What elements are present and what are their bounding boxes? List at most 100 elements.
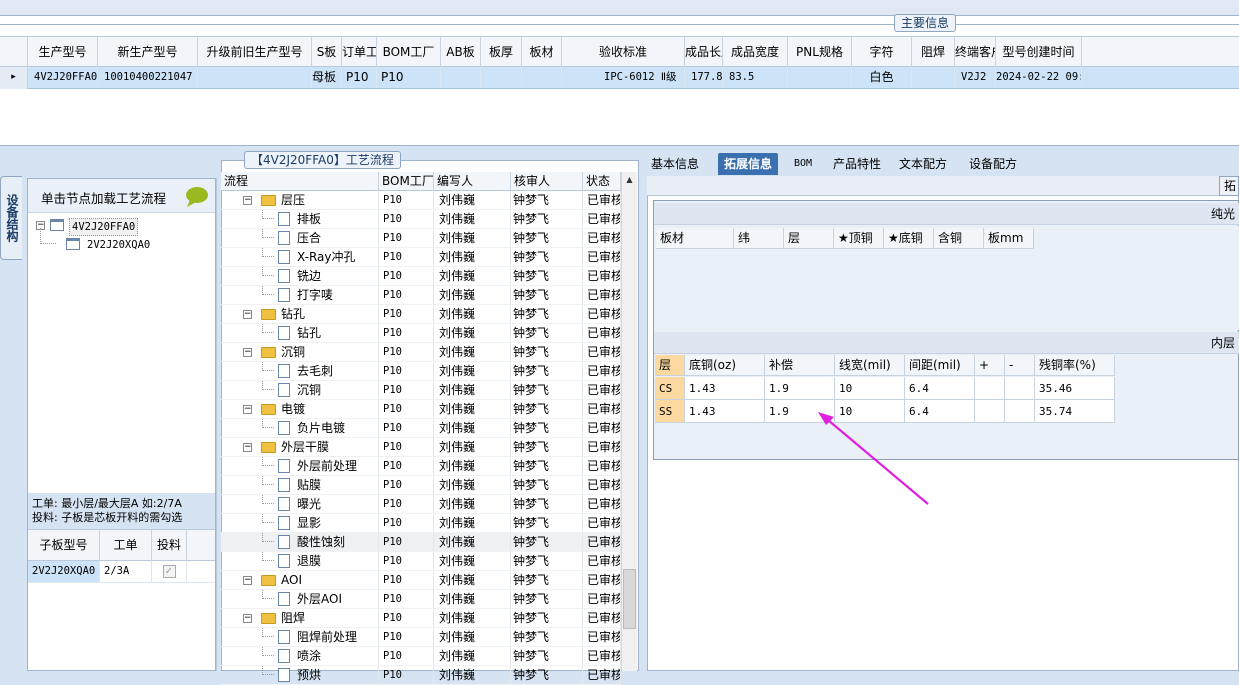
tab-text-recipe[interactable]: 文本配方 <box>893 153 953 175</box>
main-col-header[interactable]: 型号创建时间 <box>996 37 1082 67</box>
inner-layer-col-header[interactable]: 补偿 <box>765 355 835 376</box>
main-col-header[interactable]: S板 <box>312 37 342 67</box>
main-cell[interactable]: V2J2 <box>955 67 996 88</box>
process-name-cell[interactable]: 排板 <box>221 210 379 228</box>
process-name-cell[interactable]: 喷涂 <box>221 647 379 665</box>
subgrid-cell[interactable]: 2/3A <box>100 561 152 582</box>
process-name-cell[interactable]: 显影 <box>221 514 379 532</box>
side-tab-equipment-structure[interactable]: 设备结构 <box>0 176 22 260</box>
inner-layer-col-header[interactable]: 残铜率(%) <box>1035 355 1115 376</box>
tab-equipment-recipe[interactable]: 设备配方 <box>963 153 1023 175</box>
material-col-header[interactable]: ★顶铜 <box>834 228 884 249</box>
process-name-cell[interactable]: 外层AOI <box>221 590 379 608</box>
process-row[interactable]: 酸性蚀刻 P10 刘伟巍 钟梦飞 已审核 <box>221 533 621 552</box>
process-row[interactable]: 退膜 P10 刘伟巍 钟梦飞 已审核 <box>221 552 621 571</box>
inner-layer-cell[interactable]: 35.46 <box>1035 377 1115 400</box>
tab-product-feature[interactable]: 产品特性 <box>827 153 887 175</box>
inner-layer-col-header[interactable]: + <box>975 355 1005 376</box>
inner-layer-cell[interactable]: 10 <box>835 377 905 400</box>
process-name-cell[interactable]: − 层压 <box>221 191 379 209</box>
process-name-cell[interactable]: − AOI <box>221 571 379 589</box>
process-name-cell[interactable]: 酸性蚀刻 <box>221 533 379 551</box>
load-process-hint-button[interactable]: 单击节点加载工艺流程 <box>28 179 215 213</box>
process-row[interactable]: X-Ray冲孔 P10 刘伟巍 钟梦飞 已审核 <box>221 248 621 267</box>
tree-node-label[interactable]: 2V2J20XQA0 <box>85 237 152 253</box>
process-col-header[interactable]: 状态 <box>583 172 621 190</box>
process-row[interactable]: 预烘 P10 刘伟巍 钟梦飞 已审核 <box>221 666 621 685</box>
process-row[interactable]: 显影 P10 刘伟巍 钟梦飞 已审核 <box>221 514 621 533</box>
process-name-cell[interactable]: 负片电镀 <box>221 419 379 437</box>
process-row[interactable]: − AOI P10 刘伟巍 钟梦飞 已审核 <box>221 571 621 590</box>
main-col-header[interactable]: 终端客户代码 <box>955 37 996 67</box>
scroll-up-icon[interactable]: ▲ <box>622 172 637 188</box>
main-cell[interactable]: 83.5 <box>723 67 788 88</box>
inner-layer-cell[interactable] <box>1005 377 1035 400</box>
process-row[interactable]: 喷涂 P10 刘伟巍 钟梦飞 已审核 <box>221 647 621 666</box>
process-row[interactable]: − 电镀 P10 刘伟巍 钟梦飞 已审核 <box>221 400 621 419</box>
main-cell[interactable]: 白色 <box>852 67 912 88</box>
tab-basic[interactable]: 基本信息 <box>645 153 705 175</box>
tree-collapse-icon[interactable]: − <box>243 405 252 414</box>
row-indicator[interactable]: ▸ <box>0 67 28 89</box>
process-name-cell[interactable]: 阻焊前处理 <box>221 628 379 646</box>
main-col-header[interactable]: 板材 <box>522 37 562 67</box>
main-cell[interactable] <box>522 67 562 88</box>
process-row[interactable]: 曝光 P10 刘伟巍 钟梦飞 已审核 <box>221 495 621 514</box>
process-name-cell[interactable]: 贴膜 <box>221 476 379 494</box>
process-row[interactable]: 压合 P10 刘伟巍 钟梦飞 已审核 <box>221 229 621 248</box>
main-cell[interactable] <box>481 67 522 88</box>
main-col-header[interactable]: 验收标准 <box>562 37 685 67</box>
process-name-cell[interactable]: − 外层干膜 <box>221 438 379 456</box>
material-col-header[interactable]: ★底铜 <box>884 228 934 249</box>
tree-node-label[interactable]: 4V2J20FFA0 <box>69 218 139 236</box>
process-name-cell[interactable]: 外层前处理 <box>221 457 379 475</box>
inner-layer-cell[interactable]: SS <box>655 400 685 423</box>
process-row[interactable]: 沉铜 P10 刘伟巍 钟梦飞 已审核 <box>221 381 621 400</box>
main-cell[interactable]: P10 <box>377 67 441 88</box>
main-col-header[interactable]: BOM工厂 <box>377 37 441 67</box>
tree-collapse-icon[interactable]: − <box>243 310 252 319</box>
inner-layer-cell[interactable]: 1.43 <box>685 377 765 400</box>
inner-layer-cell[interactable]: 1.43 <box>685 400 765 423</box>
process-name-cell[interactable]: 压合 <box>221 229 379 247</box>
process-row[interactable]: − 钻孔 P10 刘伟巍 钟梦飞 已审核 <box>221 305 621 324</box>
process-name-cell[interactable]: X-Ray冲孔 <box>221 248 379 266</box>
main-cell[interactable]: P10 <box>342 67 377 88</box>
main-cell[interactable]: IPC-6012 Ⅱ级 <box>562 67 685 88</box>
tree-collapse-icon[interactable]: − <box>243 196 252 205</box>
main-cell[interactable] <box>912 67 955 88</box>
main-col-header[interactable]: 新生产型号 <box>98 37 198 67</box>
process-name-cell[interactable]: 去毛刺 <box>221 362 379 380</box>
subgrid-col-header[interactable]: 子板型号 <box>28 530 100 561</box>
main-col-header[interactable]: PNL规格 <box>788 37 852 67</box>
process-name-cell[interactable]: 钻孔 <box>221 324 379 342</box>
include-checkbox[interactable]: ✓ <box>152 561 187 582</box>
material-col-header[interactable]: 板材 <box>656 228 734 249</box>
inner-layer-cell[interactable]: 6.4 <box>905 377 975 400</box>
tab-extension[interactable]: 拓展信息 <box>718 153 779 175</box>
process-row[interactable]: 阻焊前处理 P10 刘伟巍 钟梦飞 已审核 <box>221 628 621 647</box>
tree-collapse-icon[interactable]: − <box>243 348 252 357</box>
inner-layer-col-header[interactable]: - <box>1005 355 1035 376</box>
inner-layer-cell[interactable]: 1.9 <box>765 377 835 400</box>
tree-collapse-icon[interactable]: − <box>243 614 252 623</box>
main-cell[interactable]: 母板 <box>312 67 342 88</box>
tree-node[interactable]: 2V2J20XQA0 <box>40 228 222 254</box>
process-row[interactable]: 排板 P10 刘伟巍 钟梦飞 已审核 <box>221 210 621 229</box>
main-col-header[interactable]: 板厚 <box>481 37 522 67</box>
main-cell[interactable]: 177.8 <box>685 67 723 88</box>
main-col-header[interactable]: 阻焊 <box>912 37 955 67</box>
main-cell[interactable] <box>788 67 852 88</box>
process-col-header[interactable]: 核审人 <box>511 172 583 190</box>
process-row[interactable]: 外层前处理 P10 刘伟巍 钟梦飞 已审核 <box>221 457 621 476</box>
process-name-cell[interactable]: 曝光 <box>221 495 379 513</box>
main-col-header[interactable]: 升级前旧生产型号 <box>198 37 312 67</box>
inner-layer-col-header[interactable]: 线宽(mil) <box>835 355 905 376</box>
material-col-header[interactable]: 含铜 <box>934 228 984 249</box>
main-col-header[interactable]: 成品长度 <box>685 37 723 67</box>
inner-layer-col-header[interactable]: 间距(mil) <box>905 355 975 376</box>
material-col-header[interactable]: 板mm <box>984 228 1034 249</box>
tree-node[interactable]: −4V2J20FFA0 <box>36 217 206 236</box>
process-name-cell[interactable]: − 钻孔 <box>221 305 379 323</box>
inner-layer-cell[interactable]: CS <box>655 377 685 400</box>
